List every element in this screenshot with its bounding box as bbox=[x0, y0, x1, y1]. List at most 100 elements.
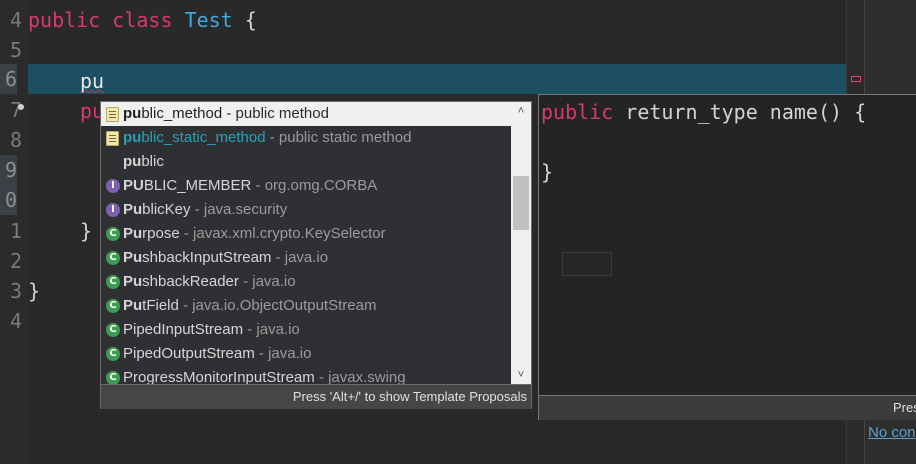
line-number: 0 bbox=[0, 185, 17, 215]
proposal-item[interactable]: C Purpose - javax.xml.crypto.KeySelector bbox=[101, 222, 511, 246]
proposal-name: public bbox=[123, 153, 164, 170]
typed-prefix: pu bbox=[80, 69, 105, 93]
proposal-name: public_method bbox=[123, 105, 222, 122]
proposal-item[interactable]: I PublicKey - java.security bbox=[101, 198, 511, 222]
line-number: 2 bbox=[9, 249, 22, 273]
keyword-class: class bbox=[112, 8, 173, 32]
proposal-description: - java.io bbox=[238, 273, 296, 290]
proposal-description: - java.security bbox=[190, 201, 288, 218]
proposal-name-rest: shbackInputStream bbox=[142, 249, 272, 266]
scroll-up-icon[interactable]: ˄ bbox=[511, 102, 531, 120]
template-signature: return_type name() { bbox=[613, 100, 867, 124]
template-close-brace: } bbox=[541, 160, 554, 184]
proposal-name-rest: tField bbox=[142, 297, 179, 314]
info-status-text: Press bbox=[893, 400, 916, 415]
proposal-name: PutField bbox=[123, 297, 179, 314]
line-number: 4 bbox=[9, 8, 22, 32]
interface-icon: I bbox=[106, 179, 120, 193]
scroll-thumb[interactable] bbox=[513, 176, 529, 230]
proposal-item[interactable]: public_method - public method bbox=[101, 102, 511, 126]
template-icon bbox=[106, 131, 119, 146]
class-icon: C bbox=[106, 323, 120, 337]
proposal-description: - javax.xml.crypto.KeySelector bbox=[179, 225, 386, 242]
proposal-item[interactable]: C PushbackInputStream - java.io bbox=[101, 246, 511, 270]
proposal-name-rest: blic_static_method bbox=[141, 129, 266, 146]
line-number: 4 bbox=[9, 309, 22, 333]
info-status-bar: Press bbox=[539, 395, 916, 420]
proposal-description: - java.io bbox=[254, 345, 312, 362]
proposal-name: PushbackReader bbox=[123, 273, 239, 290]
proposal-item[interactable]: I PUBLIC_MEMBER - org.omg.CORBA bbox=[101, 174, 511, 198]
fold-marker-icon[interactable] bbox=[18, 104, 24, 110]
proposal-description: - public method bbox=[222, 105, 329, 122]
content-assist-popup[interactable]: public_method - public method public_stat… bbox=[100, 101, 612, 409]
proposal-status-bar: Press 'Alt+/' to show Template Proposals bbox=[101, 384, 531, 409]
proposal-name-rest: BLIC_MEMBER bbox=[143, 177, 252, 194]
proposal-match-prefix: pu bbox=[123, 105, 142, 122]
proposal-match-prefix: pu bbox=[123, 129, 142, 146]
scroll-down-icon[interactable]: ˅ bbox=[511, 366, 531, 384]
keyword-public: public bbox=[541, 100, 614, 124]
proposal-item[interactable]: C PipedOutputStream - java.io bbox=[101, 342, 511, 366]
proposal-match-prefix: Pu bbox=[123, 273, 143, 290]
proposal-name-rest: PipedInputStream bbox=[123, 321, 244, 338]
proposal-name-rest: blic bbox=[141, 153, 164, 170]
proposal-match-prefix: Pu bbox=[123, 201, 143, 218]
proposal-name-rest: ProgressMonitorInputStream bbox=[123, 369, 315, 384]
proposal-match-prefix: Pu bbox=[123, 249, 143, 266]
line-number: 6 bbox=[0, 64, 17, 94]
line-number: 7 bbox=[9, 98, 22, 122]
class-icon: C bbox=[106, 275, 120, 289]
proposal-description: - public static method bbox=[265, 129, 412, 146]
proposal-list[interactable]: public_method - public method public_stat… bbox=[101, 102, 511, 384]
template-preview: public return_type name() { bbox=[541, 97, 866, 127]
closing-brace-class: } bbox=[28, 279, 41, 303]
proposal-name: PushbackInputStream bbox=[123, 249, 271, 266]
blank-icon bbox=[106, 155, 120, 169]
error-marker-icon[interactable] bbox=[851, 76, 861, 82]
proposal-description: - java.io.ObjectOutputStream bbox=[178, 297, 377, 314]
interface-icon: I bbox=[106, 203, 120, 217]
line-number: 9 bbox=[0, 155, 17, 185]
class-name: Test bbox=[184, 8, 233, 32]
proposal-name: Purpose bbox=[123, 225, 180, 242]
proposal-item[interactable]: public bbox=[101, 150, 511, 174]
hidden-field bbox=[562, 252, 612, 276]
class-icon: C bbox=[106, 227, 120, 241]
proposal-item[interactable]: C PushbackReader - java.io bbox=[101, 270, 511, 294]
proposal-description: - org.omg.CORBA bbox=[251, 177, 378, 194]
code-line-class-declaration: public class Test { bbox=[28, 5, 257, 35]
line-number: 3 bbox=[9, 279, 22, 303]
proposal-name: PublicKey bbox=[123, 201, 191, 218]
proposal-name-rest: shbackReader bbox=[142, 273, 239, 290]
closing-brace-method: } bbox=[80, 219, 93, 243]
proposal-name-rest: blicKey bbox=[142, 201, 191, 218]
proposal-item[interactable]: C PutField - java.io.ObjectOutputStream bbox=[101, 294, 511, 318]
proposal-item[interactable]: C PipedInputStream - java.io bbox=[101, 318, 511, 342]
line-number: 1 bbox=[9, 219, 22, 243]
proposal-match-prefix: pu bbox=[123, 153, 142, 170]
keyword-public: public bbox=[28, 8, 101, 32]
proposal-name: PipedOutputStream bbox=[123, 345, 255, 362]
proposal-scrollbar[interactable]: ˄ ˅ bbox=[511, 102, 531, 384]
open-brace: { bbox=[244, 8, 257, 32]
proposal-name-rest: PipedOutputStream bbox=[123, 345, 255, 362]
proposal-name-rest: blic_method bbox=[141, 105, 223, 122]
proposal-description: - java.io bbox=[243, 321, 300, 338]
proposal-item[interactable]: C ProgressMonitorInputStream - javax.swin… bbox=[101, 366, 511, 384]
line-number-gutter: 4 5 6 7 8 9 0 1 2 3 4 bbox=[0, 0, 28, 464]
proposal-description: - java.io bbox=[271, 249, 329, 266]
proposal-match-prefix: Pu bbox=[123, 225, 143, 242]
proposal-item[interactable]: public_static_method - public static met… bbox=[101, 126, 511, 150]
class-icon: C bbox=[106, 371, 120, 384]
current-line-highlight bbox=[28, 64, 848, 94]
proposal-name: ProgressMonitorInputStream bbox=[123, 369, 315, 384]
proposal-name-rest: rpose bbox=[142, 225, 180, 242]
proposal-match-prefix: Pu bbox=[123, 297, 143, 314]
class-icon: C bbox=[106, 299, 120, 313]
template-icon bbox=[106, 107, 119, 122]
class-icon: C bbox=[106, 347, 120, 361]
outline-link[interactable]: No con bbox=[868, 424, 916, 441]
proposal-name: PipedInputStream bbox=[123, 321, 243, 338]
proposal-description: - javax.swing bbox=[314, 369, 406, 384]
